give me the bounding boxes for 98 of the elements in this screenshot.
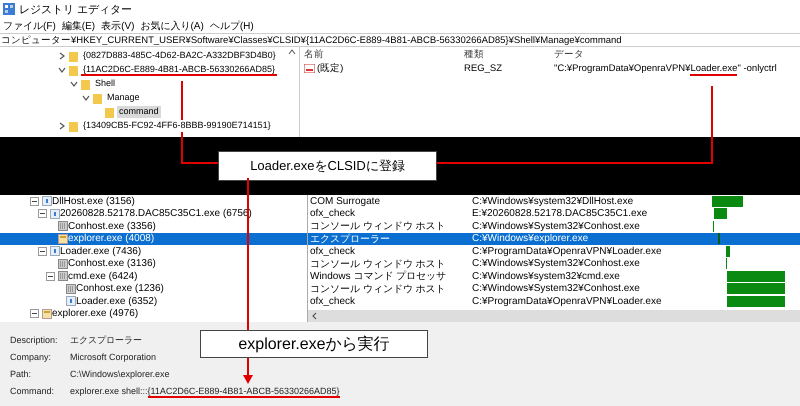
path-cell-text: C:¥ProgramData¥OpenraVPN¥Loader.exe	[471, 246, 663, 257]
process-name: Conhost.exe (1236)	[76, 283, 164, 294]
app-icon	[42, 196, 52, 206]
folder-icon	[42, 308, 52, 319]
app-icon	[66, 296, 76, 306]
detail-label: Description:	[10, 335, 58, 346]
detail-label: Path:	[10, 369, 32, 380]
registry-editor-icon	[3, 3, 15, 15]
collapse-icon[interactable]	[30, 196, 39, 206]
column-header[interactable]: データ	[554, 48, 800, 60]
folder-icon	[81, 78, 90, 90]
tree-item[interactable]: Manage	[105, 92, 142, 104]
description-cell-text: COM Surrogate	[309, 196, 382, 207]
process-row[interactable]: Conhost.exe (3356)	[0, 220, 307, 232]
process-name: explorer.exe (4008)	[68, 233, 154, 244]
path-cell-text: C:¥Windows¥system32¥cmd.exe	[471, 270, 621, 282]
string-value-icon	[304, 64, 315, 72]
chevron-icon[interactable]	[70, 80, 78, 88]
menu-item[interactable]: 編集(E)	[62, 18, 96, 32]
description-cell-text: ofx_check	[309, 208, 356, 220]
tree-item[interactable]: {11AC2D6C-E889-4B81-ABCB-56330266AD85}	[81, 64, 277, 76]
description-cell-text: ofx_check	[309, 296, 356, 307]
process-row[interactable]: DllHost.exe (3156)	[0, 195, 307, 208]
path-cell-text: C:¥Windows¥explorer.exe	[471, 233, 590, 244]
arrow	[243, 358, 253, 384]
value-type: REG_SZ	[464, 62, 504, 74]
folder-icon	[93, 92, 102, 104]
folder-icon	[105, 106, 114, 118]
detail-value: エクスプローラー	[70, 335, 142, 346]
process-name: DllHost.exe (3156)	[52, 196, 135, 207]
window-title: レジストリ エディター	[19, 2, 132, 16]
cpu-bar-icon	[727, 296, 785, 307]
cpu-bar-icon	[727, 283, 785, 294]
menu-item[interactable]: ヘルプ(H)	[210, 18, 254, 32]
detail-value: Microsoft Corporation	[70, 352, 156, 363]
path-cell-text: C:¥Windows¥system32¥DllHost.exe	[471, 196, 634, 207]
collapse-icon[interactable]	[38, 209, 47, 218]
path-cell-text: C:¥Windows¥System32¥Conhost.exe	[471, 258, 641, 270]
description-cell-text: エクスプローラー	[309, 232, 391, 246]
detail-value: explorer.exe shell:::{11AC2D6C-E889-4B81-ABCB-56330266AD85}	[70, 386, 340, 397]
path-cell-text: C:¥Windows¥System32¥Conhost.exe	[471, 283, 641, 294]
process-row[interactable]: Conhost.exe (3136)	[0, 258, 307, 270]
chevron-icon[interactable]	[58, 52, 66, 60]
scroll-left-icon[interactable]	[312, 312, 317, 320]
console-icon	[58, 258, 68, 269]
process-row[interactable]: Loader.exe (7436)	[0, 245, 307, 258]
detail-label: Company:	[10, 352, 52, 363]
process-name: cmd.exe (6424)	[68, 270, 138, 282]
folder-icon	[69, 64, 78, 76]
callout-label: Loader.exeをCLSIDに登録	[218, 151, 437, 181]
process-row[interactable]: cmd.exe (6424)	[0, 270, 307, 282]
column-header[interactable]: 名前	[304, 48, 464, 60]
process-name: Conhost.exe (3136)	[68, 258, 156, 270]
process-row[interactable]: explorer.exe (4976)	[0, 308, 307, 320]
value-name[interactable]: (既定)	[317, 62, 344, 74]
detail-label: Command:	[10, 386, 54, 397]
description-cell-text: ofx_check	[309, 246, 356, 257]
description-cell-text: コンソール ウィンドウ ホスト	[309, 258, 447, 270]
menu-item[interactable]: 表示(V)	[101, 18, 134, 32]
collapse-icon[interactable]	[38, 246, 47, 256]
callout-label: explorer.exeから実行	[200, 330, 428, 358]
app-icon	[50, 246, 60, 256]
scroll-up-icon[interactable]	[288, 49, 296, 55]
console-icon	[66, 284, 76, 294]
tree-item[interactable]: command	[117, 106, 161, 118]
description-cell-text: コンソール ウィンドウ ホスト	[309, 282, 447, 296]
folder-icon	[58, 234, 68, 244]
path-cell-text: E:¥20260828.52178.DAC85C35C1.exe	[471, 208, 648, 220]
console-icon	[58, 221, 68, 232]
process-name: Loader.exe (6352)	[76, 296, 158, 307]
process-row[interactable]: Loader.exe (6352)	[0, 295, 307, 308]
process-name: explorer.exe (4976)	[52, 308, 138, 320]
chevron-icon[interactable]	[58, 66, 66, 74]
process-name: Conhost.exe (3356)	[68, 220, 156, 232]
folder-icon	[69, 120, 78, 132]
path-cell-text: C:¥ProgramData¥OpenraVPN¥Loader.exe	[471, 296, 663, 307]
console-icon	[58, 271, 68, 282]
process-row[interactable]: Conhost.exe (1236)	[0, 282, 307, 295]
chevron-icon[interactable]	[58, 122, 66, 130]
menu-item[interactable]: お気に入り(A)	[140, 18, 204, 32]
detail-value: C:\Windows\explorer.exe	[70, 369, 170, 380]
process-name: Loader.exe (7436)	[60, 246, 142, 257]
horizontal-scrollbar[interactable]	[308, 310, 800, 322]
column-header[interactable]: 種類	[464, 48, 554, 60]
path-cell-text: C:¥Windows¥System32¥Conhost.exe	[471, 220, 641, 232]
tree-item[interactable]: {0827D883-485C-4D62-BA2C-A332DBF3D4B0}	[81, 50, 278, 62]
description-cell-text: コンソール ウィンドウ ホスト	[309, 220, 447, 234]
app-icon	[50, 208, 60, 219]
value-data: "C:¥ProgramData¥OpenraVPN¥Loader.exe" -onlyctrl	[554, 62, 778, 74]
collapse-icon[interactable]	[46, 272, 55, 281]
address-bar[interactable]: コンピューター¥HKEY_CURRENT_USER¥Software¥Classes¥CLSID¥{11AC2D6C-E889-4B81-ABCB-56330266AD85}¥Shell¥Manage¥command	[0, 33, 800, 47]
collapse-icon[interactable]	[30, 309, 39, 318]
menu-item[interactable]: ファイル(F)	[3, 18, 56, 32]
tree-item[interactable]: {13409CB5-FC92-4FF6-8BBB-99190E714151}	[81, 120, 273, 132]
folder-icon	[69, 50, 78, 62]
process-row[interactable]: explorer.exe (4008)	[0, 232, 307, 245]
chevron-icon[interactable]	[82, 94, 90, 102]
description-cell-text: Windows コマンド プロセッサ	[309, 270, 448, 284]
